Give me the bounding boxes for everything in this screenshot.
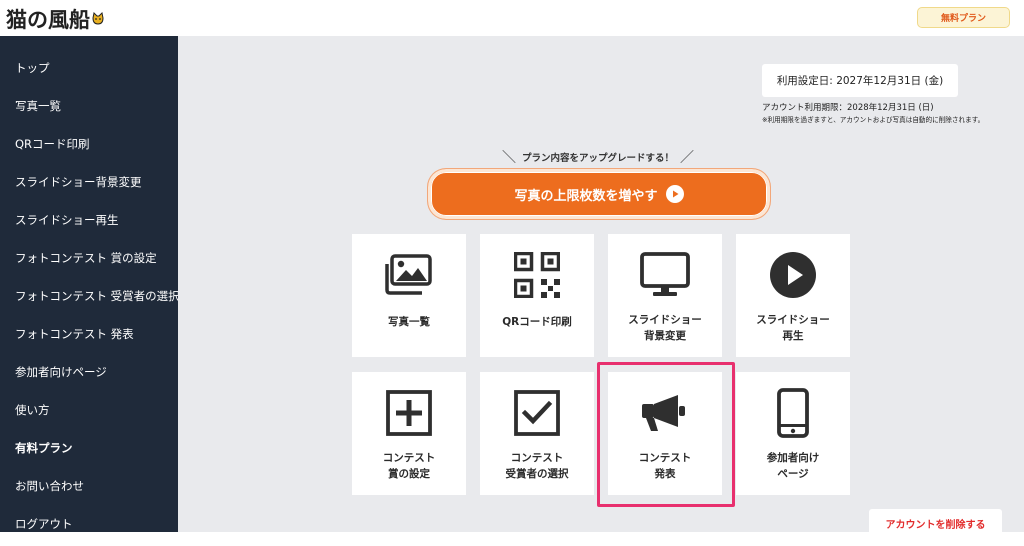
plan-badge[interactable]: 無料プラン	[917, 7, 1010, 28]
sidebar: トップ 写真一覧 QRコード印刷 スライドショー背景変更 スライドショー再生 フ…	[0, 36, 180, 534]
upgrade-lead: ＼ プラン内容をアップグレードする！ ／	[478, 148, 718, 166]
tile-label-line1: 参加者向け	[766, 452, 820, 464]
sidebar-item-contest-announcement[interactable]: フォトコンテスト 発表	[15, 324, 134, 344]
expiry-note: ※利用期限を過ぎますと、アカウントおよび写真は自動的に削除されます。	[762, 116, 985, 124]
sidebar-item-top[interactable]: トップ	[15, 58, 50, 78]
sidebar-item-how-to-use[interactable]: 使い方	[15, 400, 50, 420]
tile-label: スライドショー 再生	[736, 312, 850, 344]
logo[interactable]: 猫の風船	[6, 4, 105, 34]
play-circle-icon	[736, 250, 850, 300]
sidebar-item-paid-plan[interactable]: 有料プラン	[15, 438, 73, 458]
sidebar-item-participant-page[interactable]: 参加者向けページ	[15, 362, 107, 382]
tile-label-line1: コンテスト	[510, 452, 564, 464]
smartphone-icon	[736, 388, 850, 438]
tile-label: スライドショー 背景変更	[608, 312, 722, 344]
tile-label: コンテスト 賞の設定	[352, 450, 466, 482]
photo-gallery-icon	[352, 250, 466, 300]
tile-label-line2: 賞の設定	[388, 468, 430, 480]
tile-label-line1: スライドショー	[628, 314, 702, 326]
tile-qr-print[interactable]: QRコード印刷	[480, 234, 594, 357]
tile-label-line1: スライドショー	[756, 314, 830, 326]
sidebar-item-photo-list[interactable]: 写真一覧	[15, 96, 61, 116]
header: 猫の風船 無料プラン	[0, 0, 1024, 36]
qr-code-icon	[480, 250, 594, 300]
sidebar-item-contact[interactable]: お問い合わせ	[15, 476, 84, 496]
tile-label: QRコード印刷	[502, 316, 572, 328]
date-setting-box: 利用設定日: 2027年12月31日 (金)	[762, 64, 958, 97]
tile-photo-list[interactable]: 写真一覧	[352, 234, 466, 357]
increase-photo-limit-button[interactable]: 写真の上限枚数を増やす	[428, 169, 770, 219]
tile-slideshow-background[interactable]: スライドショー 背景変更	[608, 234, 722, 357]
sidebar-item-qr-print[interactable]: QRコード印刷	[15, 134, 90, 154]
lead-slash-left-icon: ＼	[501, 150, 516, 166]
check-square-icon	[480, 388, 594, 438]
plus-square-icon	[352, 388, 466, 438]
tile-label-line2: 再生	[782, 330, 804, 342]
lead-slash-right-icon: ／	[680, 150, 694, 166]
button-inner-border	[431, 172, 767, 216]
delete-account-button[interactable]: アカウントを削除する	[869, 509, 1002, 537]
tile-contest-award-settings[interactable]: コンテスト 賞の設定	[352, 372, 466, 495]
monitor-icon	[608, 250, 722, 300]
tile-label: 写真一覧	[388, 316, 430, 328]
tile-label-line2: ページ	[777, 468, 809, 480]
tile-participant-page[interactable]: 参加者向け ページ	[736, 372, 850, 495]
highlight-frame	[597, 362, 735, 507]
sidebar-item-slideshow-play[interactable]: スライドショー再生	[15, 210, 119, 230]
account-expiry: アカウント利用期限：2028年12月31日 (日)	[762, 103, 934, 113]
tile-label-line2: 受賞者の選択	[505, 468, 569, 480]
tile-label: コンテスト 受賞者の選択	[480, 450, 594, 482]
tile-label: 参加者向け ページ	[736, 450, 850, 482]
sidebar-item-contest-award-settings[interactable]: フォトコンテスト 賞の設定	[15, 248, 157, 268]
sidebar-item-contest-winner-selection[interactable]: フォトコンテスト 受賞者の選択	[15, 286, 180, 306]
tile-label-line1: コンテスト	[382, 452, 436, 464]
cat-icon	[92, 12, 104, 25]
sidebar-item-logout[interactable]: ログアウト	[15, 514, 73, 534]
tile-slideshow-play[interactable]: スライドショー 再生	[736, 234, 850, 357]
tile-contest-winner-selection[interactable]: コンテスト 受賞者の選択	[480, 372, 594, 495]
logo-text: 猫の風船	[6, 8, 90, 32]
upgrade-lead-text: プラン内容をアップグレードする！	[521, 153, 674, 164]
sidebar-item-slideshow-background[interactable]: スライドショー背景変更	[15, 172, 142, 192]
tile-label-line2: 背景変更	[644, 330, 686, 342]
